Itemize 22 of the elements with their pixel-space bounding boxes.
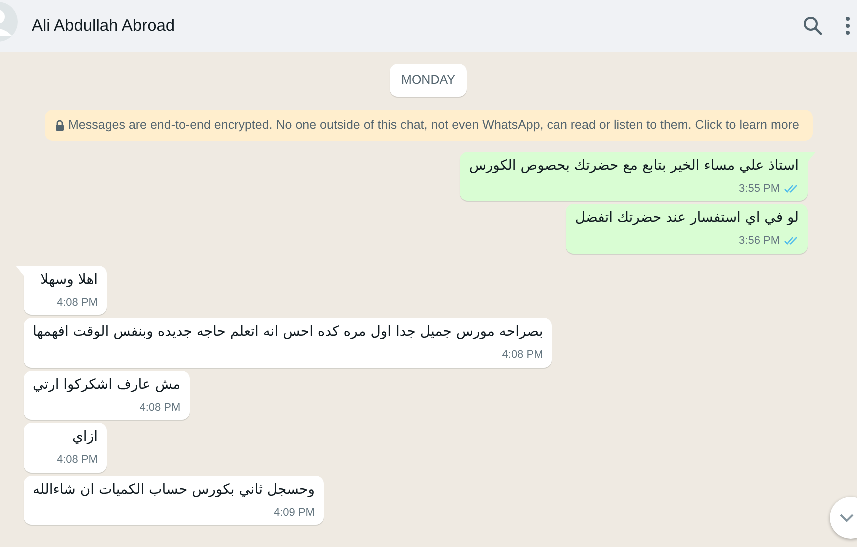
message-text: لو في اي استفسار عند حضرتك اتفضل — [575, 209, 799, 228]
menu-icon[interactable] — [845, 16, 851, 36]
message-time: 4:08 PM — [57, 296, 98, 310]
message-text: ازاي — [71, 428, 98, 447]
encryption-notice[interactable]: Messages are end-to-end encrypted. No one outside of this chat, not even WhatsApp, can read or listen to them. Click to learn more — [44, 110, 812, 140]
notice-text: Messages are end-to-end encrypted. No one outside of this chat, not even WhatsApp, can read or listen to them. Click to learn more — [68, 116, 800, 134]
lock-icon — [54, 120, 64, 131]
message-time: 4:08 PM — [502, 348, 544, 363]
message-text: اهلا وسهلا — [40, 270, 98, 290]
message-time: 3:55 PM — [739, 182, 780, 196]
message-text: وحسجل ثاني بكورس حساب الكميات ان شاءالله — [33, 480, 315, 500]
chevron-down-icon — [840, 514, 854, 522]
message-text: استاذ علي مساء الخير بتابع مع حضرتك بحصوص الكورس — [469, 156, 799, 176]
message-text: مش عارف اشكركوا ارتي — [33, 376, 181, 394]
message-text: بصراحه مورس جميل جدا اول مره كده احس انه اتعلم حاجه جديده وبنفس الوقت افهمها — [33, 323, 544, 342]
message-time: 3:56 PM — [739, 234, 780, 249]
day-label: MONDAY — [390, 64, 468, 97]
message-time: 4:09 PM — [274, 506, 315, 520]
search-icon[interactable] — [803, 16, 823, 36]
contact-name[interactable]: Ali Abdullah Abroad — [32, 14, 176, 38]
message-time: 4:08 PM — [140, 400, 181, 416]
message-time: 4:08 PM — [57, 453, 98, 468]
